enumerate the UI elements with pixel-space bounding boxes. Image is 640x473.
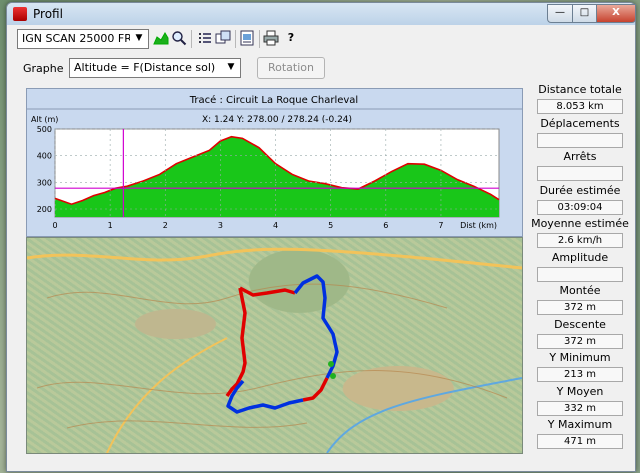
x-tick-label: 2	[163, 221, 168, 230]
profile-chart-icon[interactable]	[153, 30, 169, 46]
track-segment-red	[302, 377, 329, 402]
track-marker	[328, 361, 334, 367]
stat-value	[537, 132, 623, 148]
y-tick-label: 300	[37, 178, 52, 187]
map-layer-value: IGN SCAN 25000 FRAI	[22, 32, 130, 45]
x-tick-label: 7	[438, 221, 443, 230]
close-button[interactable]: X	[596, 4, 636, 23]
graph-type-label: Graphe	[23, 62, 64, 75]
map-contour	[66, 420, 308, 429]
stat-value: 213 m	[537, 367, 623, 382]
help-icon[interactable]: ?	[283, 30, 299, 46]
stat-label: Distance totale	[538, 83, 622, 96]
profile-window: Profil — □ X IGN SCAN 25000 FRAI ▼ ?	[6, 2, 636, 472]
y-axis-label: Alt (m)	[31, 115, 58, 124]
title-bar[interactable]: Profil — □ X	[7, 3, 636, 25]
app-icon	[13, 7, 27, 21]
x-tick-label: 4	[273, 221, 278, 230]
stat-value: 8.053 km	[537, 99, 623, 114]
chevron-down-icon: ▼	[227, 62, 235, 72]
x-tick-label: 5	[328, 221, 333, 230]
y-tick-label: 500	[37, 125, 52, 134]
elevation-chart[interactable]: Tracé : Circuit La Roque Charleval Alt (m…	[27, 89, 522, 236]
graph-type-value: Altitude = F(Distance sol)	[74, 61, 216, 74]
window-title: Profil	[33, 7, 63, 21]
windows-icon[interactable]	[215, 30, 231, 46]
map-overlay	[27, 247, 522, 453]
stat-label: Montée	[559, 284, 601, 297]
statistics-panel: Distance totale 8.053 km Déplacements Arrêt…	[531, 83, 629, 455]
toolbar: IGN SCAN 25000 FRAI ▼ ?	[7, 27, 635, 51]
track-segment-red	[225, 287, 247, 398]
toolbar-separator	[235, 30, 236, 48]
stat-label: Amplitude	[551, 250, 609, 264]
x-tick-label: 3	[218, 221, 223, 230]
chevron-down-icon: ▼	[135, 33, 143, 43]
rotation-button[interactable]: Rotation	[257, 57, 325, 79]
stat-label: Descente	[554, 317, 606, 331]
toolbar-separator	[259, 30, 260, 48]
y-tick-label: 200	[37, 205, 52, 214]
stat-label: Y Moyen	[556, 384, 604, 398]
elevation-chart-panel[interactable]: Tracé : Circuit La Roque Charleval Alt (m…	[26, 88, 523, 237]
toolbar-separator	[191, 30, 192, 48]
track-segment-red	[239, 286, 296, 297]
list-icon[interactable]	[197, 30, 213, 46]
track-map[interactable]	[26, 237, 523, 454]
map-layer-select[interactable]: IGN SCAN 25000 FRAI ▼	[17, 29, 149, 49]
map-road	[106, 337, 228, 453]
print-icon[interactable]	[263, 30, 279, 46]
stat-value: 03:09:04	[537, 199, 623, 215]
stat-label: Moyenne estimée	[531, 217, 629, 230]
zoom-icon[interactable]	[171, 30, 187, 46]
chart-title: Tracé : Circuit La Roque Charleval	[189, 94, 358, 106]
stat-value	[537, 266, 623, 282]
stat-value: 2.6 km/h	[537, 233, 623, 248]
stat-value: 372 m	[537, 333, 623, 349]
stat-label: Arrêts	[563, 150, 597, 163]
map-river	[326, 377, 522, 453]
cursor-readout: X: 1.24 Y: 278.00 / 278.24 (-0.24)	[202, 115, 352, 125]
x-tick-label: 0	[52, 221, 57, 230]
minimize-button[interactable]: —	[547, 4, 573, 23]
stat-value: 332 m	[537, 400, 623, 416]
stat-value: 372 m	[537, 300, 623, 315]
stat-value: 471 m	[537, 434, 623, 449]
stat-label: Y Minimum	[549, 351, 611, 364]
maximize-button[interactable]: □	[572, 4, 597, 23]
stat-label: Durée estimée	[539, 183, 621, 197]
export-image-icon[interactable]	[239, 30, 255, 46]
track-marker	[330, 373, 336, 379]
stat-label: Déplacements	[540, 116, 620, 130]
map-road	[27, 247, 522, 270]
x-axis-label: Dist (km)	[460, 221, 497, 230]
map-contour	[36, 370, 508, 399]
map-contour	[46, 283, 448, 309]
x-tick-label: 1	[108, 221, 113, 230]
graph-type-select[interactable]: Altitude = F(Distance sol) ▼	[69, 58, 241, 78]
x-tick-label: 6	[383, 221, 388, 230]
stat-value	[537, 166, 623, 181]
y-tick-label: 400	[37, 152, 52, 161]
stat-label: Y Maximum	[547, 418, 613, 431]
